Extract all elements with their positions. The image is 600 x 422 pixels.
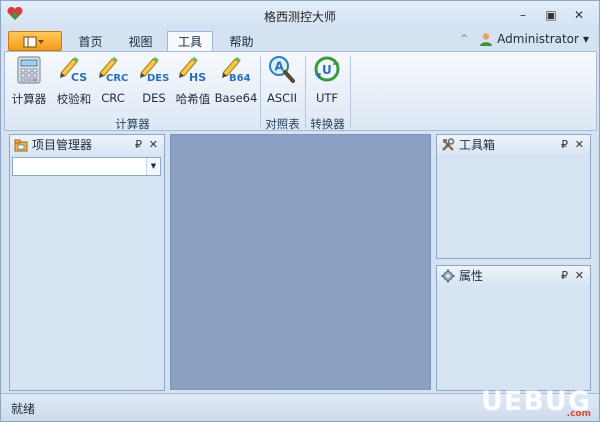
svg-text:CS: CS bbox=[71, 71, 87, 84]
des-pencil-icon: DES bbox=[140, 57, 169, 84]
project-manager-header: 项目管理器 ₽ ✕ bbox=[10, 135, 164, 155]
project-selector[interactable]: ▼ bbox=[12, 157, 161, 176]
svg-text:U: U bbox=[322, 63, 332, 77]
close-panel-icon[interactable]: ✕ bbox=[149, 135, 158, 155]
properties-title: 属性 bbox=[459, 269, 484, 283]
des-button[interactable]: DES DES bbox=[136, 54, 172, 110]
toolbox-header: 工具箱 ₽ ✕ bbox=[437, 135, 590, 155]
application-menu-button[interactable] bbox=[8, 31, 62, 51]
ribbon-tools: 计算器 CS 校验和 CRC CRC DES DES HS 哈希值 B64 Ba… bbox=[4, 51, 597, 131]
checksum-button[interactable]: CS 校验和 bbox=[54, 54, 94, 110]
user-name: Administrator bbox=[497, 32, 579, 46]
checksum-label: 校验和 bbox=[56, 92, 92, 106]
status-text: 就绪 bbox=[11, 402, 36, 416]
b64-pencil-icon: B64 bbox=[222, 57, 251, 84]
close-panel-icon[interactable]: ✕ bbox=[575, 135, 584, 155]
toolbox-panel: 工具箱 ₽ ✕ bbox=[436, 134, 591, 259]
minimize-button[interactable]: – bbox=[512, 6, 534, 24]
tab-view[interactable]: 视图 bbox=[118, 33, 163, 52]
crc-label: CRC bbox=[101, 91, 125, 105]
pin-icon[interactable]: ₽ bbox=[561, 135, 568, 155]
hash-label: 哈希值 bbox=[175, 92, 211, 106]
utf-converter-icon: U bbox=[314, 56, 340, 82]
svg-text:HS: HS bbox=[189, 71, 206, 84]
tab-tools[interactable]: 工具 bbox=[167, 31, 213, 52]
group-label-table: 对照表 bbox=[265, 117, 300, 131]
status-bar: 就绪 UEBUG .com bbox=[1, 386, 599, 421]
properties-header: 属性 ₽ ✕ bbox=[437, 266, 590, 286]
calculator-icon bbox=[17, 56, 41, 84]
project-folder-icon bbox=[14, 139, 28, 152]
title-bar: 格西测控大师 – ▣ ✕ bbox=[1, 1, 599, 30]
restore-button[interactable]: ▣ bbox=[540, 6, 562, 24]
cs-pencil-icon: CS bbox=[60, 57, 87, 84]
group-label-converter: 转换器 bbox=[310, 117, 345, 131]
user-menu-arrow-icon: ▾ bbox=[582, 32, 589, 46]
utf-button[interactable]: U UTF bbox=[307, 54, 347, 110]
svg-text:A: A bbox=[275, 60, 285, 74]
svg-text:DES: DES bbox=[147, 73, 169, 84]
window-title: 格西测控大师 bbox=[263, 10, 336, 24]
ascii-magnifier-icon: A bbox=[269, 56, 295, 83]
calculator-button[interactable]: 计算器 bbox=[7, 54, 51, 110]
user-avatar-icon bbox=[480, 33, 493, 46]
app-window: 格西测控大师 – ▣ ✕ 首页 视图 工具 帮助 ⌃ Administrator… bbox=[0, 0, 600, 422]
document-workspace bbox=[170, 134, 431, 390]
ascii-label: ASCII bbox=[267, 91, 297, 105]
pin-icon[interactable]: ₽ bbox=[561, 266, 568, 286]
des-label: DES bbox=[142, 91, 166, 105]
crc-button[interactable]: CRC CRC bbox=[95, 54, 131, 110]
base64-button[interactable]: B64 Base64 bbox=[214, 54, 258, 110]
watermark-suffix: .com bbox=[566, 409, 591, 419]
hs-pencil-icon: HS bbox=[179, 57, 206, 84]
app-menu-icon bbox=[23, 36, 44, 48]
chevron-down-icon[interactable]: ▼ bbox=[146, 158, 160, 175]
tab-help[interactable]: 帮助 bbox=[219, 33, 264, 52]
pin-icon[interactable]: ₽ bbox=[135, 135, 142, 155]
crc-pencil-icon: CRC bbox=[99, 57, 128, 84]
project-manager-panel: 项目管理器 ₽ ✕ ▼ bbox=[9, 134, 165, 391]
utf-label: UTF bbox=[315, 91, 339, 105]
properties-panel: 属性 ₽ ✕ bbox=[436, 265, 591, 391]
gear-icon bbox=[441, 269, 455, 283]
base64-label: Base64 bbox=[214, 91, 258, 105]
ribbon-collapse-icon[interactable]: ⌃ bbox=[459, 32, 469, 46]
group-separator bbox=[350, 56, 351, 128]
svg-text:CRC: CRC bbox=[106, 73, 128, 84]
project-manager-title: 项目管理器 bbox=[32, 138, 93, 152]
calculator-label: 计算器 bbox=[11, 92, 47, 106]
ascii-button[interactable]: A ASCII bbox=[262, 54, 302, 110]
tools-icon bbox=[442, 138, 455, 151]
close-panel-icon[interactable]: ✕ bbox=[575, 266, 584, 286]
hash-button[interactable]: HS 哈希值 bbox=[173, 54, 213, 110]
group-label-calculator: 计算器 bbox=[115, 117, 150, 131]
tab-home[interactable]: 首页 bbox=[68, 33, 113, 52]
svg-text:B64: B64 bbox=[229, 73, 251, 84]
user-menu[interactable]: ⌃ Administrator ▾ bbox=[459, 32, 589, 46]
close-button[interactable]: ✕ bbox=[568, 6, 590, 24]
toolbox-title: 工具箱 bbox=[459, 138, 496, 152]
watermark-logo: UEBUG .com bbox=[481, 386, 591, 419]
